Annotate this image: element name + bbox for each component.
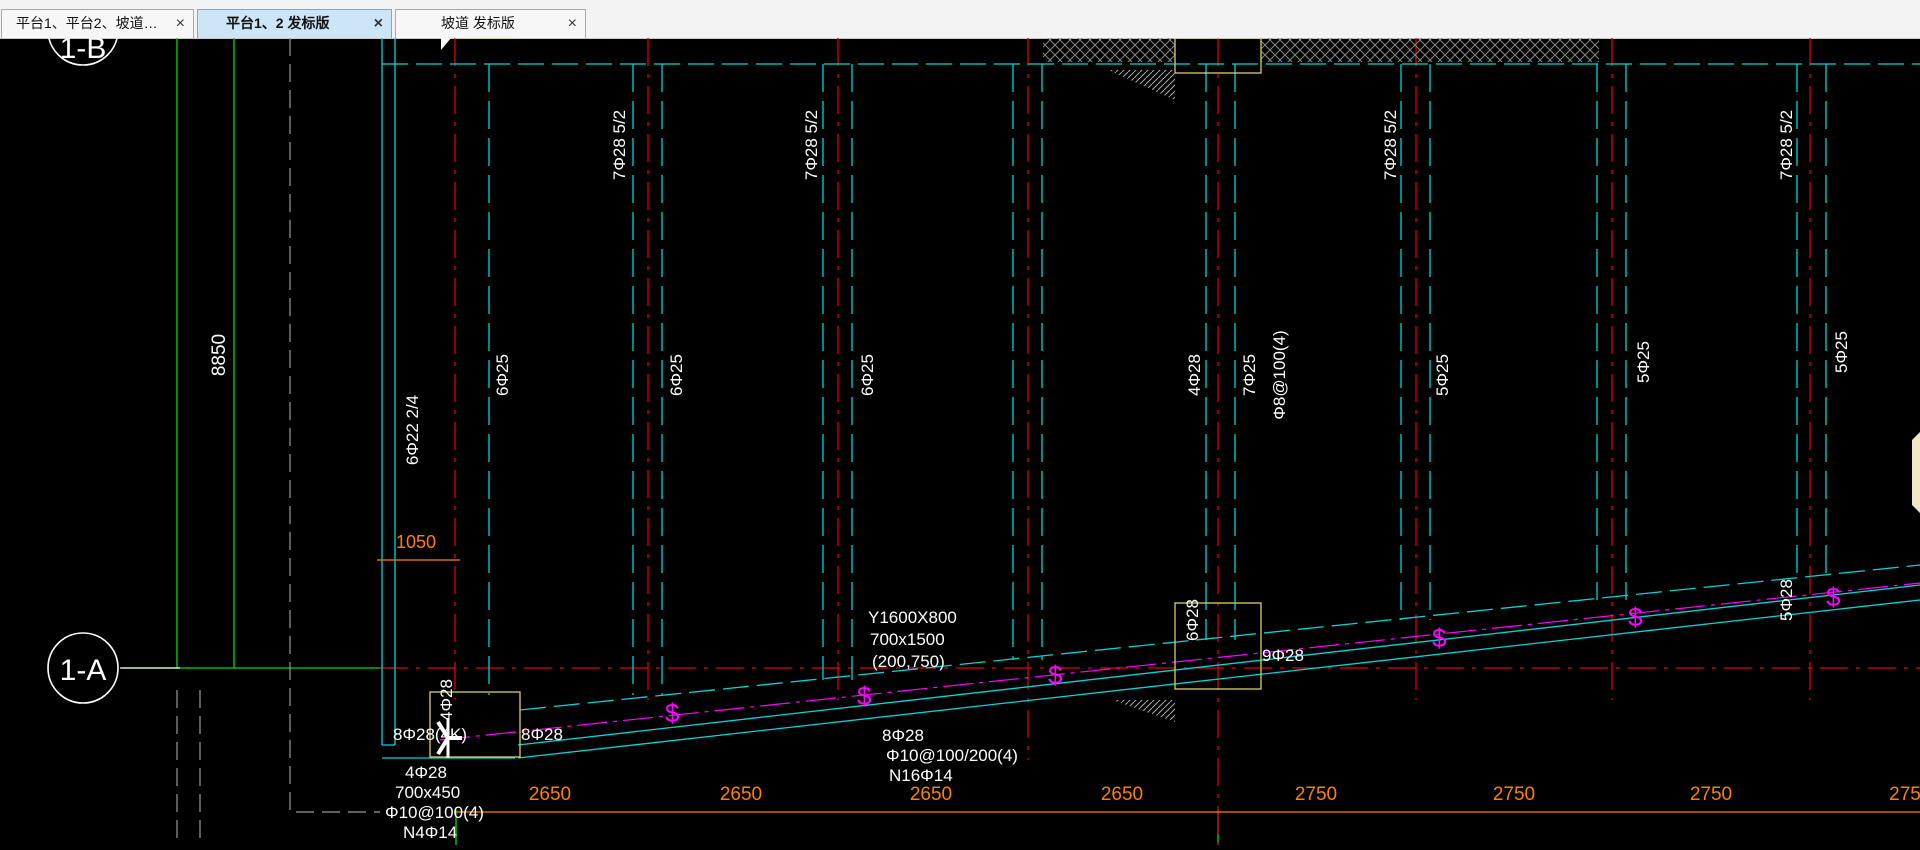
rebar-label: 7Φ28 5/2 [802, 110, 821, 180]
rebar-label: 7Φ28 5/2 [1381, 110, 1400, 180]
wall-edge-hatch [1108, 70, 1175, 100]
close-icon[interactable]: × [176, 10, 185, 37]
rebar-label: 5Φ25 [1832, 331, 1851, 373]
axis-label-1-b: 1-B [60, 38, 107, 65]
dimension-label: 275 [1889, 784, 1920, 805]
wall-hatch-left [1043, 38, 1175, 62]
gray-dashed-outline [176, 38, 380, 845]
marker: $ [1048, 660, 1063, 690]
rebar-label: 8Φ28(4K) [393, 725, 467, 744]
rebar-label: 4Φ28 [1185, 354, 1204, 396]
beam-label: N16Φ14 [889, 766, 953, 785]
marker: $ [665, 698, 680, 728]
rebar-label: 6Φ28 [1183, 599, 1202, 641]
rib-outlines [488, 64, 1827, 695]
axis-bubble-1-a: 1-A [47, 632, 119, 704]
marker: $ [1826, 582, 1841, 612]
dimension-label: 2650 [529, 784, 571, 805]
dimension-1050: 1050 [377, 532, 460, 561]
rebar-label: 5Φ25 [1634, 341, 1653, 383]
dimension-label: 2650 [910, 784, 952, 805]
rebar-label: 6Φ25 [493, 354, 512, 396]
rebar-label: 9Φ28 [1262, 646, 1304, 665]
rebar-label: 7Φ28 5/2 [610, 110, 629, 180]
rebar-label: Φ8@100(4) [1270, 330, 1289, 419]
dimension-label: 1050 [396, 532, 436, 552]
close-icon[interactable]: × [568, 10, 577, 37]
cursor-icon [441, 38, 451, 50]
marker: $ [857, 681, 872, 711]
rebar-label: 5Φ28 [1777, 579, 1796, 621]
dimension-label: 2750 [1295, 784, 1337, 805]
axis-label-1-a: 1-A [60, 654, 107, 687]
wall-hatch-right [1261, 38, 1599, 62]
bottom-dimensions: 2650 2650 2650 2650 2750 2750 2750 275 [529, 784, 1920, 805]
cad-drawing[interactable]: 1-B 1-A 8850 $ $ $ $ $ $ 1050 2650 2650 … [0, 0, 1920, 845]
beam-label: 4Φ28 [405, 763, 447, 782]
tab-label: 平台1、2 发标版 [226, 15, 330, 31]
tab-label: 坡道 发标版 [441, 15, 515, 31]
close-icon[interactable]: × [374, 10, 383, 37]
beam-label: 700x1500 [870, 630, 945, 649]
dimension-label: 2750 [1493, 784, 1535, 805]
beam-label: Φ10@100/200(4) [886, 746, 1018, 765]
tab-ramp-issued[interactable]: 坡道 发标版 × [395, 9, 586, 38]
rebar-label: 6Φ25 [667, 354, 686, 396]
slab-markers: $ $ $ $ $ $ [665, 582, 1841, 728]
beam-label: Φ10@100(4) [385, 803, 484, 822]
rebar-label: 6Φ25 [858, 354, 877, 396]
beam-label: 8Φ28 [882, 726, 924, 745]
columns [429, 37, 1262, 758]
tab-label: 平台1、平台2、坡道… [16, 15, 158, 31]
cad-drawing-canvas[interactable]: 1-B 1-A 8850 $ $ $ $ $ $ 1050 2650 2650 … [0, 0, 1920, 845]
beam-label: Y1600X800 [868, 608, 957, 627]
marker: $ [1628, 602, 1643, 632]
rebar-label: 8Φ28 [521, 725, 563, 744]
beam-label: N4Φ14 [403, 823, 457, 842]
rebar-label: 7Φ25 [1240, 354, 1259, 396]
rebar-label: 4Φ28 [437, 679, 456, 721]
side-panel-handle[interactable] [1912, 432, 1920, 513]
rebar-label: 7Φ28 5/2 [1777, 110, 1796, 180]
beam-label: 700x450 [395, 783, 460, 802]
tab-platform-ramp[interactable]: 平台1、平台2、坡道… × [1, 9, 194, 38]
tab-platform-1-2-issued[interactable]: 平台1、2 发标版 × [197, 9, 392, 38]
dimension-label: 2750 [1690, 784, 1732, 805]
wall-edge-hatch [1112, 700, 1175, 722]
marker: $ [1432, 623, 1447, 653]
beam-label: (200,750) [872, 652, 945, 671]
axis-bubble-1-b: 1-B [47, 0, 119, 66]
dimension-label: 2650 [720, 784, 762, 805]
rebar-label: 5Φ25 [1433, 354, 1452, 396]
dimension-8850: 8850 [209, 334, 230, 376]
document-tab-bar: 平台1、平台2、坡道… × 平台1、2 发标版 × 坡道 发标版 × [0, 0, 1920, 39]
dimension-label: 2650 [1101, 784, 1143, 805]
rebar-label: 6Φ22 2/4 [403, 395, 422, 465]
